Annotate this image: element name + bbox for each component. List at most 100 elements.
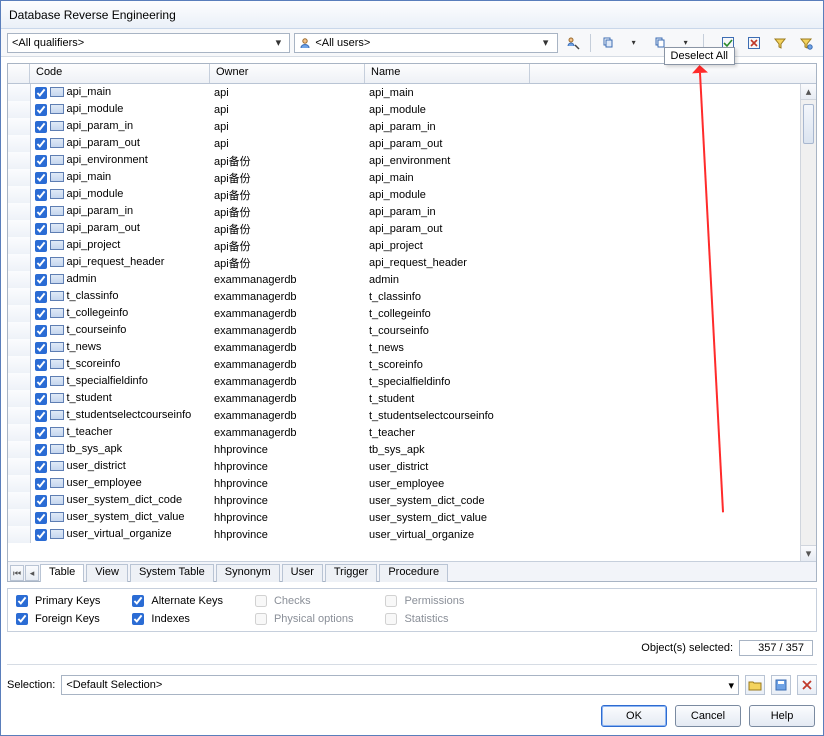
- table-row[interactable]: t_newsexammanagerdbt_news: [8, 339, 800, 356]
- column-header-owner[interactable]: Owner: [210, 64, 365, 83]
- column-header-name[interactable]: Name: [365, 64, 530, 83]
- cell-code[interactable]: t_classinfo: [30, 288, 210, 305]
- cell-code[interactable]: api_param_out: [30, 220, 210, 237]
- cancel-button[interactable]: Cancel: [675, 705, 741, 727]
- deselect-all-button[interactable]: [743, 33, 765, 53]
- table-row[interactable]: t_scoreinfoexammanagerdbt_scoreinfo: [8, 356, 800, 373]
- row-handle[interactable]: [8, 356, 30, 373]
- column-header-code[interactable]: Code: [30, 64, 210, 83]
- row-checkbox[interactable]: [35, 138, 47, 150]
- cell-code[interactable]: t_specialfieldinfo: [30, 373, 210, 390]
- row-handle[interactable]: [8, 152, 30, 169]
- row-checkbox[interactable]: [35, 308, 47, 320]
- tab-synonym[interactable]: Synonym: [216, 564, 280, 582]
- cell-code[interactable]: api_module: [30, 101, 210, 118]
- table-row[interactable]: api_environmentapi备份api_environment: [8, 152, 800, 169]
- cell-code[interactable]: tb_sys_apk: [30, 441, 210, 458]
- table-row[interactable]: t_teacherexammanagerdbt_teacher: [8, 424, 800, 441]
- row-handle[interactable]: [8, 407, 30, 424]
- table-row[interactable]: api_mainapi备份api_main: [8, 169, 800, 186]
- row-handle[interactable]: [8, 424, 30, 441]
- table-row[interactable]: t_classinfoexammanagerdbt_classinfo: [8, 288, 800, 305]
- row-handle[interactable]: [8, 220, 30, 237]
- opt-alternate-keys[interactable]: Alternate Keys: [132, 595, 223, 607]
- row-handle[interactable]: [8, 305, 30, 322]
- tab-procedure[interactable]: Procedure: [379, 564, 448, 582]
- cell-code[interactable]: t_collegeinfo: [30, 305, 210, 322]
- row-checkbox[interactable]: [35, 257, 47, 269]
- table-row[interactable]: api_mainapiapi_main: [8, 84, 800, 101]
- table-row[interactable]: api_moduleapi备份api_module: [8, 186, 800, 203]
- vertical-scrollbar[interactable]: ▴ ▾: [800, 84, 816, 561]
- cell-code[interactable]: t_news: [30, 339, 210, 356]
- table-row[interactable]: user_employeehhprovinceuser_employee: [8, 475, 800, 492]
- tab-view[interactable]: View: [86, 564, 128, 582]
- help-button[interactable]: Help: [749, 705, 815, 727]
- row-handle[interactable]: [8, 288, 30, 305]
- row-checkbox[interactable]: [35, 121, 47, 133]
- selection-open-button[interactable]: [745, 675, 765, 695]
- row-checkbox[interactable]: [35, 529, 47, 541]
- row-handle[interactable]: [8, 169, 30, 186]
- row-handle[interactable]: [8, 203, 30, 220]
- tab-nav-first[interactable]: ⏮: [10, 565, 24, 581]
- cell-code[interactable]: api_main: [30, 84, 210, 101]
- table-row[interactable]: t_courseinfoexammanagerdbt_courseinfo: [8, 322, 800, 339]
- cell-code[interactable]: user_system_dict_code: [30, 492, 210, 509]
- cell-code[interactable]: api_main: [30, 169, 210, 186]
- row-handle[interactable]: [8, 373, 30, 390]
- table-row[interactable]: api_param_inapi备份api_param_in: [8, 203, 800, 220]
- filter-settings-button[interactable]: [795, 33, 817, 53]
- tab-trigger[interactable]: Trigger: [325, 564, 377, 582]
- table-row[interactable]: tb_sys_apkhhprovincetb_sys_apk: [8, 441, 800, 458]
- row-handle[interactable]: [8, 475, 30, 492]
- row-handle[interactable]: [8, 237, 30, 254]
- row-checkbox[interactable]: [35, 427, 47, 439]
- row-checkbox[interactable]: [35, 495, 47, 507]
- row-handle[interactable]: [8, 84, 30, 101]
- row-checkbox[interactable]: [35, 223, 47, 235]
- table-row[interactable]: user_system_dict_valuehhprovinceuser_sys…: [8, 509, 800, 526]
- selection-delete-button[interactable]: [797, 675, 817, 695]
- row-checkbox[interactable]: [35, 155, 47, 167]
- filter-button[interactable]: [769, 33, 791, 53]
- cell-code[interactable]: user_virtual_organize: [30, 526, 210, 543]
- table-row[interactable]: t_studentselectcourseinfoexammanagerdbt_…: [8, 407, 800, 424]
- row-checkbox[interactable]: [35, 274, 47, 286]
- table-row[interactable]: api_param_inapiapi_param_in: [8, 118, 800, 135]
- selection-save-button[interactable]: [771, 675, 791, 695]
- row-handle[interactable]: [8, 458, 30, 475]
- table-row[interactable]: t_studentexammanagerdbt_student: [8, 390, 800, 407]
- table-row[interactable]: adminexammanagerdbadmin: [8, 271, 800, 288]
- cell-code[interactable]: user_system_dict_value: [30, 509, 210, 526]
- row-handle[interactable]: [8, 271, 30, 288]
- row-checkbox[interactable]: [35, 189, 47, 201]
- cell-code[interactable]: api_module: [30, 186, 210, 203]
- opt-indexes[interactable]: Indexes: [132, 613, 223, 625]
- row-checkbox[interactable]: [35, 172, 47, 184]
- opt-foreign-keys[interactable]: Foreign Keys: [16, 613, 100, 625]
- row-handle[interactable]: [8, 339, 30, 356]
- row-checkbox[interactable]: [35, 291, 47, 303]
- cell-code[interactable]: t_studentselectcourseinfo: [30, 407, 210, 424]
- row-checkbox[interactable]: [35, 512, 47, 524]
- row-handle[interactable]: [8, 509, 30, 526]
- table-row[interactable]: api_moduleapiapi_module: [8, 101, 800, 118]
- tab-table[interactable]: Table: [40, 564, 84, 582]
- copy-dropdown-button[interactable]: ▾: [623, 33, 645, 53]
- selection-combo[interactable]: <Default Selection> ▾: [61, 675, 739, 695]
- row-checkbox[interactable]: [35, 325, 47, 337]
- row-handle[interactable]: [8, 322, 30, 339]
- copy-button[interactable]: [597, 33, 619, 53]
- row-checkbox[interactable]: [35, 461, 47, 473]
- cell-code[interactable]: api_param_in: [30, 118, 210, 135]
- table-row[interactable]: user_districthhprovinceuser_district: [8, 458, 800, 475]
- row-checkbox[interactable]: [35, 393, 47, 405]
- scroll-down-button[interactable]: ▾: [801, 545, 816, 561]
- cell-code[interactable]: api_environment: [30, 152, 210, 169]
- scroll-up-button[interactable]: ▴: [801, 84, 816, 100]
- cell-code[interactable]: t_student: [30, 390, 210, 407]
- row-checkbox[interactable]: [35, 444, 47, 456]
- row-handle[interactable]: [8, 492, 30, 509]
- ok-button[interactable]: OK: [601, 705, 667, 727]
